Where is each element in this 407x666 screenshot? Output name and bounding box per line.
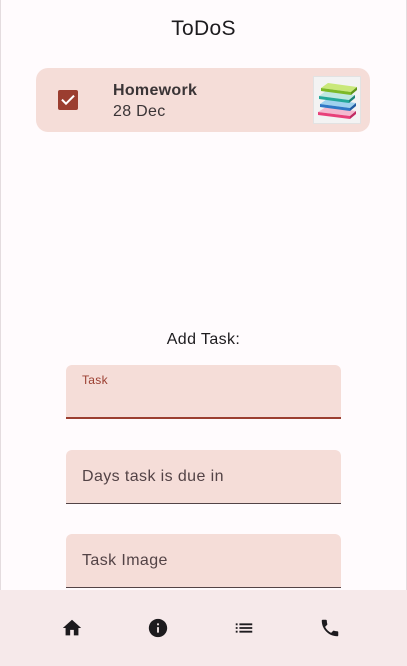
list-icon <box>235 623 253 633</box>
task-input[interactable] <box>82 391 322 411</box>
nav-home[interactable] <box>52 616 92 640</box>
todo-checkbox[interactable] <box>58 90 78 110</box>
task-image-field[interactable]: Task Image <box>66 534 341 588</box>
task-field-label: Task <box>82 373 108 387</box>
phone-icon <box>321 619 339 637</box>
nav-info[interactable] <box>138 616 178 640</box>
add-task-heading: Add Task: <box>166 331 241 348</box>
check-icon <box>61 94 75 106</box>
bottom-navigation <box>0 590 407 666</box>
todo-image <box>313 76 361 124</box>
page-title: ToDoS <box>171 17 236 40</box>
todo-date: 28 Dec <box>113 103 166 120</box>
nav-list[interactable] <box>224 616 264 640</box>
days-due-placeholder: Days task is due in <box>82 468 224 485</box>
todo-card[interactable]: Homework 28 Dec <box>36 68 370 132</box>
home-icon <box>62 619 82 636</box>
books-icon <box>318 83 357 119</box>
nav-phone[interactable] <box>310 616 350 640</box>
days-due-field[interactable]: Days task is due in <box>66 450 341 504</box>
task-image-placeholder: Task Image <box>82 552 168 569</box>
task-field[interactable]: Task <box>66 365 341 419</box>
info-icon <box>148 618 168 638</box>
todo-title: Homework <box>113 82 198 99</box>
